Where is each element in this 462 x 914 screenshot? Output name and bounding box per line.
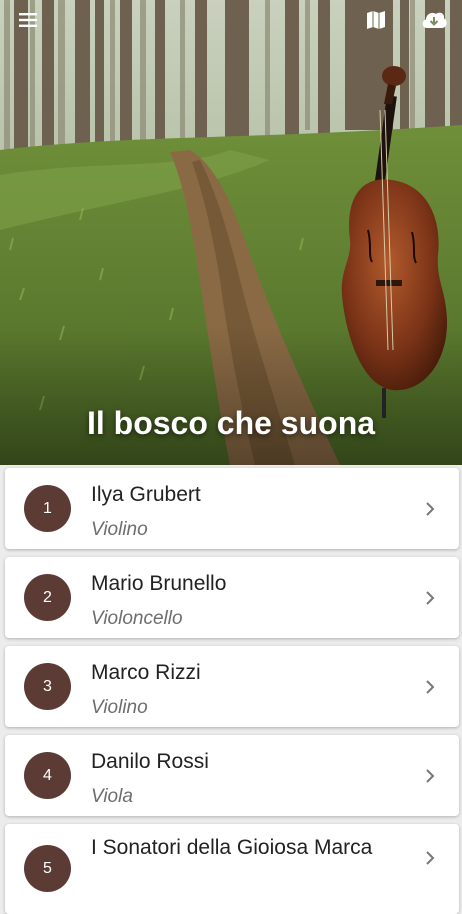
- chevron-right-icon: [426, 851, 435, 865]
- cloud-download-icon[interactable]: [420, 8, 452, 40]
- number-badge: 3: [24, 663, 71, 710]
- artist-instrument: Violino: [91, 697, 148, 718]
- list-item[interactable]: 1 Ilya Grubert Violino: [5, 468, 459, 549]
- artist-name: Mario Brunello: [91, 572, 227, 595]
- list-item[interactable]: 5 I Sonatori della Gioiosa Marca: [5, 824, 459, 914]
- map-icon[interactable]: [364, 8, 396, 40]
- forest-cello-image: [0, 0, 462, 465]
- menu-icon[interactable]: [16, 8, 48, 40]
- artist-name: Marco Rizzi: [91, 661, 201, 684]
- artist-name: I Sonatori della Gioiosa Marca: [91, 836, 373, 859]
- artist-instrument: Violino: [91, 519, 148, 540]
- number-badge: 2: [24, 574, 71, 621]
- list-item[interactable]: 3 Marco Rizzi Violino: [5, 646, 459, 727]
- chevron-right-icon: [426, 769, 435, 783]
- chevron-right-icon: [426, 680, 435, 694]
- artist-name: Danilo Rossi: [91, 750, 209, 773]
- artist-instrument: Viola: [91, 786, 133, 807]
- list-item[interactable]: 2 Mario Brunello Violoncello: [5, 557, 459, 638]
- chevron-right-icon: [426, 502, 435, 516]
- list-item[interactable]: 4 Danilo Rossi Viola: [5, 735, 459, 816]
- number-badge: 5: [24, 845, 71, 892]
- number-badge: 1: [24, 485, 71, 532]
- hero-image: Il bosco che suona: [0, 0, 462, 465]
- artist-instrument: Violoncello: [91, 608, 183, 629]
- artist-name: Ilya Grubert: [91, 483, 201, 506]
- hero-title: Il bosco che suona: [86, 405, 376, 441]
- number-badge: 4: [24, 752, 71, 799]
- chevron-right-icon: [426, 591, 435, 605]
